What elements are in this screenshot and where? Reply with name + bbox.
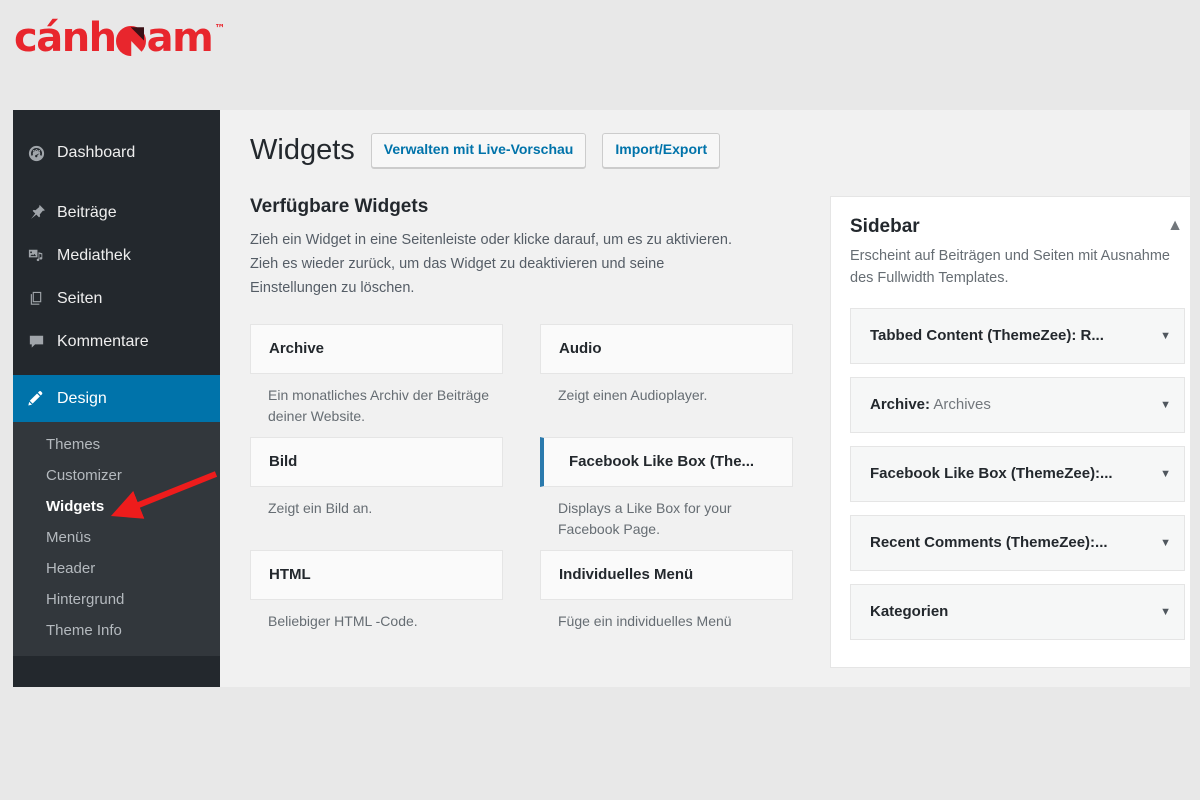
widget-description: Ein monatliches Archiv der Beiträge dein… — [268, 386, 489, 425]
widget-card-html[interactable]: HTML — [250, 549, 503, 600]
widget-card-audio[interactable]: Audio — [540, 323, 793, 374]
trademark-icon: ™ — [214, 22, 225, 35]
widget-description: Zeigt einen Audioplayer. — [558, 386, 708, 403]
sidebar-widget-row-archive[interactable]: Archive: Archives ▼ — [850, 376, 1185, 433]
logo-text-after: am — [146, 15, 214, 61]
widget-description: Beliebiger HTML -Code. — [268, 612, 418, 629]
sidebar-item-label: Design — [57, 389, 107, 407]
sidebar-panel-header: Sidebar ▲ — [850, 216, 1185, 238]
widget-item: HTML Beliebiger HTML -Code. — [250, 549, 503, 656]
sidebar-item-label: Seiten — [57, 289, 103, 307]
sidebar-item-design[interactable]: Design — [13, 375, 228, 422]
sidebar-item-label: Beiträge — [57, 203, 117, 221]
sidebar-widget-row-facebook-like-box[interactable]: Facebook Like Box (ThemeZee):... ▼ — [850, 445, 1185, 502]
sidebar-widget-row-kategorien[interactable]: Kategorien ▼ — [850, 583, 1185, 640]
widgets-columns: Verfügbare Widgets Zieh ein Widget in ei… — [250, 195, 1190, 668]
sidebar-widget-row-title: Kategorien — [870, 603, 949, 621]
main-content: Widgets Verwalten mit Live-Vorschau Impo… — [220, 110, 1190, 687]
submenu-item-themes[interactable]: Themes — [13, 429, 220, 460]
widget-card-archive[interactable]: Archive — [250, 323, 503, 374]
chevron-down-icon[interactable]: ▼ — [1160, 606, 1171, 618]
sidebar-widget-row-tabbed-content[interactable]: Tabbed Content (ThemeZee): R... ▼ — [850, 307, 1185, 364]
available-widgets-title: Verfügbare Widgets — [250, 195, 429, 217]
admin-sidebar: Dashboard Beiträge Mediathek Seiten Komm — [13, 110, 228, 687]
chevron-up-icon[interactable]: ▲ — [1165, 216, 1185, 236]
sidebar-widget-panel: Sidebar ▲ Erscheint auf Beiträgen und Se… — [830, 195, 1190, 668]
available-widgets-description: Zieh ein Widget in eine Seitenleiste ode… — [250, 231, 732, 296]
sidebar-item-kommentare[interactable]: Kommentare — [13, 320, 220, 363]
sidebar-widget-row-instance: Archives — [930, 396, 991, 414]
pin-icon — [27, 203, 57, 222]
page-title: Widgets — [250, 134, 355, 166]
widget-card-facebook-like-box[interactable]: Facebook Like Box (The... — [540, 436, 793, 487]
widget-item: Facebook Like Box (The... Displays a Lik… — [540, 436, 793, 543]
pie-chart-o-icon — [115, 26, 146, 56]
widget-description: Displays a Like Box for your Facebook Pa… — [558, 499, 732, 538]
submenu-item-hintergrund[interactable]: Hintergrund — [13, 584, 220, 615]
chevron-down-icon[interactable]: ▼ — [1160, 330, 1171, 342]
pages-icon — [27, 289, 57, 308]
chevron-down-icon[interactable]: ▼ — [1160, 537, 1171, 549]
comment-icon — [27, 332, 57, 351]
submenu-item-customizer[interactable]: Customizer — [13, 460, 220, 491]
wordpress-admin-screenshot: Dashboard Beiträge Mediathek Seiten Komm — [13, 110, 1190, 687]
sidebar-item-label: Mediathek — [57, 246, 131, 264]
chevron-down-icon[interactable]: ▼ — [1160, 399, 1171, 411]
widget-item: Archive Ein monatliches Archiv der Beitr… — [250, 323, 503, 430]
available-widgets-column: Verfügbare Widgets Zieh ein Widget in ei… — [250, 196, 795, 668]
import-export-button[interactable]: Import/Export — [602, 133, 721, 168]
available-widgets-grid: Archive Ein monatliches Archiv der Beitr… — [250, 323, 795, 663]
design-submenu: Themes Customizer Widgets Menüs Header H… — [13, 422, 220, 656]
submenu-item-widgets[interactable]: Widgets — [13, 491, 220, 522]
sidebar-widget-list: Tabbed Content (ThemeZee): R... ▼ Archiv… — [850, 307, 1185, 640]
sidebar-widget-row-recent-comments[interactable]: Recent Comments (ThemeZee):... ▼ — [850, 514, 1185, 571]
widget-item: Bild Zeigt ein Bild an. — [250, 436, 503, 543]
widget-card-individuelles-menue[interactable]: Individuelles Menü — [540, 549, 793, 600]
canheam-logo: cánh am ™ — [14, 15, 225, 61]
brand-bar: cánh am ™ — [0, 0, 1200, 100]
widget-item: Audio Zeigt einen Audioplayer. — [540, 323, 793, 430]
page-header: Widgets Verwalten mit Live-Vorschau Impo… — [250, 133, 1190, 168]
logo-text-before: cánh — [14, 15, 117, 61]
sidebar-widget-row-name: Archive: — [870, 396, 931, 414]
sidebar-item-label: Dashboard — [57, 144, 136, 161]
sidebar-item-seiten[interactable]: Seiten — [13, 277, 220, 320]
sidebar-widget-row-title: Tabbed Content (ThemeZee): R... — [870, 327, 1104, 345]
appearance-brush-icon — [27, 389, 57, 408]
sidebar-widget-row-title: Archive: Archives — [870, 396, 991, 413]
widget-description: Füge ein individuelles Menü — [558, 612, 732, 629]
submenu-item-theme-info[interactable]: Theme Info — [13, 615, 220, 646]
sidebar-item-dashboard[interactable]: Dashboard — [13, 127, 220, 179]
widget-item: Individuelles Menü Füge ein individuelle… — [540, 549, 793, 656]
sidebar-panel-description: Erscheint auf Beiträgen und Seiten mit A… — [850, 247, 1170, 287]
sidebar-widget-row-title: Recent Comments (ThemeZee):... — [870, 534, 1108, 552]
widget-description: Zeigt ein Bild an. — [268, 499, 373, 516]
sidebar-widget-row-title: Facebook Like Box (ThemeZee):... — [870, 465, 1113, 483]
live-preview-button[interactable]: Verwalten mit Live-Vorschau — [370, 133, 587, 168]
sidebar-item-beitraege[interactable]: Beiträge — [13, 191, 220, 234]
sidebar-holder-column: Sidebar ▲ Erscheint auf Beiträgen und Se… — [830, 195, 1190, 668]
media-icon — [27, 246, 57, 265]
sidebar-item-mediathek[interactable]: Mediathek — [13, 234, 220, 277]
submenu-item-menues[interactable]: Menüs — [13, 522, 220, 553]
chevron-down-icon[interactable]: ▼ — [1160, 468, 1171, 480]
submenu-item-header[interactable]: Header — [13, 553, 220, 584]
sidebar-item-label: Kommentare — [57, 332, 149, 350]
sidebar-panel-title: Sidebar — [850, 215, 920, 237]
widget-card-bild[interactable]: Bild — [250, 436, 503, 487]
dashboard-icon — [27, 144, 57, 163]
